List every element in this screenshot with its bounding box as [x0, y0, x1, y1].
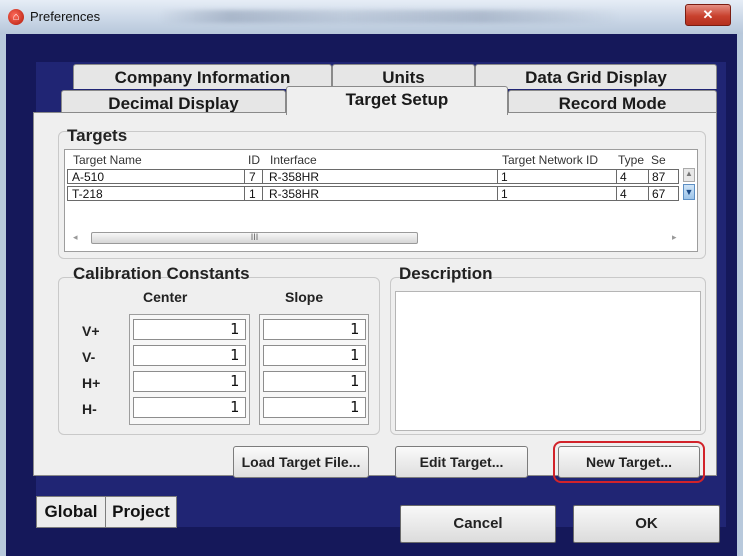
cell-interface: R-358HR	[269, 170, 320, 184]
horizontal-scrollbar[interactable]: ◂ III ▸	[69, 230, 685, 246]
center-v-minus-field[interactable]: 1	[133, 345, 246, 366]
center-h-plus-field[interactable]: 1	[133, 371, 246, 392]
tab-data-grid-display[interactable]: Data Grid Display	[475, 64, 717, 89]
calibration-constants-label: Calibration Constants	[73, 264, 250, 283]
cell-type: 4	[620, 170, 627, 184]
scroll-left-icon[interactable]: ◂	[73, 232, 78, 243]
scroll-thumb-grip: III	[250, 232, 259, 242]
col-id[interactable]: ID	[248, 153, 260, 167]
cell-target-name: T-218	[72, 187, 103, 201]
cell-interface: R-358HR	[269, 187, 320, 201]
slope-column-label: Slope	[285, 289, 324, 305]
vertical-scrollbar[interactable]: ▲ ▼	[683, 168, 695, 204]
slope-v-minus-field[interactable]: 1	[263, 345, 366, 366]
cell-network-id: 1	[501, 187, 508, 201]
blurred-title-area	[160, 10, 620, 23]
tab-global[interactable]: Global	[36, 496, 106, 528]
row-label-v-minus: V-	[82, 349, 96, 365]
scroll-thumb[interactable]: III	[91, 232, 418, 244]
cell-target-name: A-510	[72, 170, 105, 184]
slope-h-plus-field[interactable]: 1	[263, 371, 366, 392]
col-target-name[interactable]: Target Name	[73, 153, 142, 167]
center-column-label: Center	[143, 289, 188, 305]
cell-se: 87	[652, 170, 666, 184]
cancel-button[interactable]: Cancel	[400, 505, 556, 543]
targets-label: Targets	[67, 126, 128, 145]
row-label-v-plus: V+	[82, 323, 100, 339]
tab-project[interactable]: Project	[105, 496, 177, 528]
col-target-network-id[interactable]: Target Network ID	[502, 153, 598, 167]
target-setup-content: Targets Target Name ID Interface Target …	[33, 112, 717, 483]
row-label-h-minus: H-	[82, 401, 97, 417]
cell-id: 7	[249, 170, 256, 184]
center-h-minus-field[interactable]: 1	[133, 397, 246, 418]
targets-table-header: Target Name ID Interface Target Network …	[65, 150, 685, 170]
app-icon: ⌂	[8, 9, 24, 25]
load-target-file-button[interactable]: Load Target File...	[233, 446, 369, 478]
description-field[interactable]	[395, 291, 701, 431]
window-title: Preferences	[30, 9, 101, 24]
scroll-up-icon[interactable]: ▲	[683, 168, 695, 182]
close-button[interactable]: ✕	[685, 4, 731, 26]
slope-v-plus-field[interactable]: 1	[263, 319, 366, 340]
scroll-down-icon[interactable]: ▼	[683, 184, 695, 200]
preferences-window: ⌂ Preferences ✕ Company Information Unit…	[0, 0, 743, 556]
scroll-right-icon[interactable]: ▸	[672, 232, 677, 243]
cell-type: 4	[620, 187, 627, 201]
cell-id: 1	[249, 187, 256, 201]
edit-target-button[interactable]: Edit Target...	[395, 446, 528, 478]
ok-button[interactable]: OK	[573, 505, 720, 543]
targets-table[interactable]: Target Name ID Interface Target Network …	[64, 149, 698, 252]
table-row[interactable]: T-218 1 R-358HR 1 4 67	[67, 186, 679, 201]
col-se[interactable]: Se	[651, 153, 666, 167]
table-row[interactable]: A-510 7 R-358HR 1 4 87	[67, 169, 679, 184]
center-v-plus-field[interactable]: 1	[133, 319, 246, 340]
cell-network-id: 1	[501, 170, 508, 184]
new-target-button[interactable]: New Target...	[553, 441, 705, 483]
col-interface[interactable]: Interface	[270, 153, 317, 167]
row-label-h-plus: H+	[82, 375, 101, 391]
description-label: Description	[399, 264, 493, 283]
slope-h-minus-field[interactable]: 1	[263, 397, 366, 418]
col-type[interactable]: Type	[618, 153, 644, 167]
tab-target-setup[interactable]: Target Setup	[286, 86, 508, 115]
cell-se: 67	[652, 187, 666, 201]
title-bar[interactable]: ⌂ Preferences ✕	[0, 0, 743, 35]
